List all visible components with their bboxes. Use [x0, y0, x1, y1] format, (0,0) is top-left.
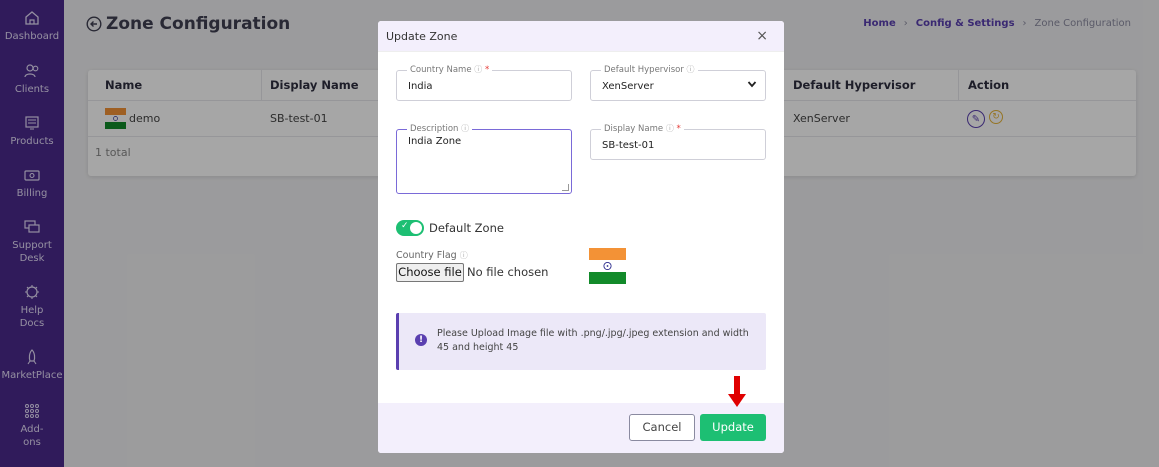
upload-info-alert: ! Please Upload Image file with .png/.jp…: [396, 313, 766, 370]
country-name-value: India: [408, 81, 433, 92]
help-icon: ⓘ: [686, 65, 695, 74]
display-name-label-text: Display Name: [604, 124, 664, 134]
check-icon: ✓: [401, 221, 409, 231]
help-icon: ⓘ: [665, 124, 674, 133]
default-hypervisor-select[interactable]: Default Hypervisor ⓘ XenServer: [590, 64, 766, 101]
info-icon: !: [415, 334, 427, 346]
chevron-down-icon: [747, 81, 757, 88]
modal-title: Update Zone: [386, 30, 458, 43]
help-icon: ⓘ: [474, 65, 483, 74]
display-name-field[interactable]: Display Name ⓘ * SB-test-01: [590, 123, 766, 160]
close-icon[interactable]: ×: [756, 28, 768, 44]
red-arrow-icon: [728, 376, 746, 407]
toggle-knob: [410, 222, 422, 234]
country-name-label: Country Name ⓘ *: [407, 64, 493, 75]
help-icon: ⓘ: [459, 251, 468, 260]
required-asterisk: *: [676, 124, 681, 134]
cancel-button[interactable]: Cancel: [629, 414, 695, 441]
description-value: India Zone: [408, 136, 462, 147]
india-flag-preview: [589, 248, 626, 284]
description-label-text: Description: [410, 124, 459, 134]
country-flag-label-text: Country Flag: [396, 250, 457, 261]
country-name-field[interactable]: Country Name ⓘ * India: [396, 64, 572, 101]
description-label: Description ⓘ: [407, 123, 473, 134]
default-zone-label: Default Zone: [429, 221, 504, 235]
default-hypervisor-value: XenServer: [602, 81, 654, 92]
update-button[interactable]: Update: [700, 414, 766, 441]
choose-file-button[interactable]: Choose file: [396, 263, 464, 282]
resize-handle[interactable]: [562, 184, 569, 191]
country-name-label-text: Country Name: [410, 65, 472, 75]
modal-header: Update Zone ×: [378, 21, 784, 52]
default-zone-toggle[interactable]: ✓: [396, 220, 424, 236]
display-name-value: SB-test-01: [602, 140, 655, 151]
default-hypervisor-label-text: Default Hypervisor: [604, 65, 684, 75]
description-textarea[interactable]: Description ⓘ India Zone: [396, 123, 572, 194]
display-name-label: Display Name ⓘ *: [601, 123, 684, 134]
country-flag-label: Country Flag ⓘ: [396, 250, 468, 261]
file-status: No file chosen: [467, 265, 549, 279]
modal-footer: Cancel Update: [378, 403, 784, 453]
default-hypervisor-label: Default Hypervisor ⓘ: [601, 64, 698, 75]
update-zone-modal: Update Zone × Country Name ⓘ * India Def…: [378, 21, 784, 453]
required-asterisk: *: [484, 65, 490, 75]
upload-info-text: Please Upload Image file with .png/.jpg/…: [437, 328, 749, 353]
help-icon: ⓘ: [461, 124, 470, 133]
